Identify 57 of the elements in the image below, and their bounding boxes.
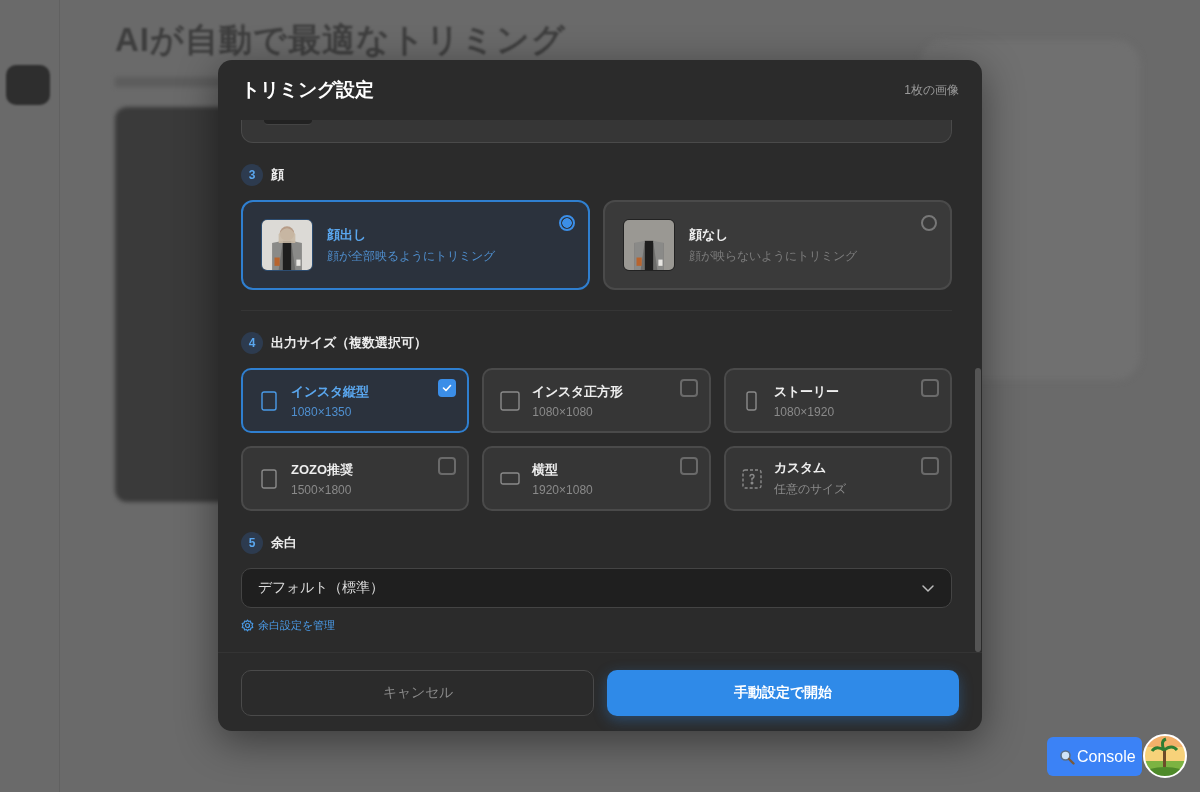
option-title: 横型: [532, 460, 560, 479]
option-size: 1500×1800: [291, 482, 353, 497]
size-option-card[interactable]: ストーリー 1080×1920: [723, 368, 952, 433]
portrait-frame-icon: [261, 390, 277, 411]
image-count: 1枚の画像: [904, 81, 959, 99]
option-description: 顔が全部映るようにトリミング: [327, 249, 495, 264]
radio-button[interactable]: [921, 215, 937, 231]
check-icon: [441, 382, 454, 394]
option-size: 1080×1080: [532, 404, 594, 419]
start-button[interactable]: 手動設定で開始: [607, 670, 959, 716]
option-title: インスタ正方形: [532, 382, 624, 401]
checkbox[interactable]: [921, 457, 939, 475]
step-number: 4: [241, 332, 263, 354]
option-title: インスタ縦型: [291, 382, 369, 401]
step-number: 3: [241, 164, 263, 186]
chevron-down-icon: [921, 582, 935, 594]
settings-icon: [241, 619, 254, 632]
cancel-button[interactable]: キャンセル: [241, 670, 594, 716]
portrait-frame-icon: [261, 468, 277, 489]
dropdown-value: デフォルト（標準）: [258, 579, 384, 597]
size-option-card[interactable]: ZOZO推奨 1500×1800: [241, 446, 470, 511]
option-size: 任意のサイズ: [773, 481, 846, 498]
wide-frame-icon: [500, 472, 521, 485]
size-option-card[interactable]: インスタ正方形 1080×1080: [482, 368, 711, 433]
size-option-card[interactable]: カスタム 任意のサイズ: [723, 446, 952, 511]
dashed-frame-icon: [741, 468, 762, 489]
option-size: 1920×1080: [532, 482, 593, 497]
console-label: Console: [1077, 747, 1136, 766]
checkbox[interactable]: [679, 379, 698, 397]
search-icon: [1059, 748, 1075, 765]
size-option-card[interactable]: インスタ縦型 1080×1350: [241, 368, 470, 433]
sidebar-button[interactable]: [6, 65, 50, 105]
manage-link[interactable]: 余白設定を管理: [258, 618, 335, 633]
option-title: ストーリー: [773, 382, 839, 401]
dialog-title: トリミング設定: [241, 78, 374, 102]
option-size: 1080×1920: [773, 404, 836, 419]
option-title: 顔なし: [689, 226, 729, 244]
option-title: 顔出し: [327, 226, 367, 244]
step-number: 5: [241, 532, 263, 554]
checkbox[interactable]: [438, 379, 457, 397]
tall-frame-icon: [746, 390, 758, 411]
option-title: カスタム: [773, 459, 827, 477]
option-title: ZOZO推奨: [291, 460, 354, 479]
section-label: 顔: [271, 166, 284, 184]
section-label: 出力サイズ（複数選択可）: [271, 334, 427, 352]
checkbox[interactable]: [921, 379, 939, 397]
section-label: 余白: [271, 534, 297, 552]
radio-button[interactable]: [559, 215, 575, 231]
size-option-card[interactable]: 横型 1920×1080: [482, 446, 711, 511]
checkbox[interactable]: [679, 457, 698, 475]
square-frame-icon: [500, 390, 521, 411]
margin-dropdown[interactable]: デフォルト（標準）: [241, 568, 952, 608]
face-option-card[interactable]: 顔出し 顔が全部映るようにトリミング: [241, 200, 590, 290]
scrollbar[interactable]: [975, 368, 981, 652]
console-button[interactable]: Console: [1047, 737, 1142, 776]
checkbox[interactable]: [438, 457, 457, 475]
option-size: 1080×1350: [291, 404, 353, 419]
